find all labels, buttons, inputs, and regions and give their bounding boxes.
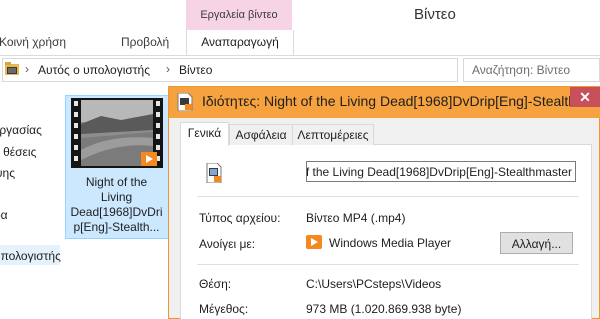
file-label-line: Night of the: [85, 175, 148, 189]
chevron-right-icon[interactable]: ›: [166, 62, 170, 76]
nav-item-recent-places[interactable]: ς θέσεις: [0, 145, 36, 159]
tab-security-label: Ασφάλεια: [235, 128, 287, 142]
tab-general[interactable]: Γενικά: [180, 122, 229, 146]
file-label-line: Dead[1968]DvDri: [70, 205, 163, 219]
folder-icon: [5, 62, 19, 75]
windows-media-player-icon: [306, 235, 322, 249]
search-placeholder: Αναζήτηση: Βίντεο: [472, 63, 571, 77]
video-file-icon: [177, 93, 193, 111]
file-label-line: p[Eng]-Stealth...: [73, 220, 160, 234]
tab-share[interactable]: Κοινή χρήση: [0, 35, 66, 49]
tab-playback[interactable]: Αναπαραγωγή: [186, 30, 294, 55]
file-label-line: Living: [100, 190, 133, 204]
change-button[interactable]: Αλλαγή...: [500, 232, 573, 254]
close-button[interactable]: ✕: [570, 87, 600, 107]
video-file-icon: [206, 163, 222, 183]
video-thumbnail: [71, 98, 163, 168]
breadcrumb-videos[interactable]: Βίντεο: [179, 63, 212, 77]
nav-item-this-pc[interactable]: υπολογιστής: [0, 249, 61, 263]
file-name-field[interactable]: Night of the Living Dead[1968]DvDrip[Eng…: [306, 161, 576, 182]
tab-playback-label: Αναπαραγωγή: [201, 35, 279, 49]
tab-details-label: Λεπτομέρειες: [297, 128, 369, 142]
breadcrumb-this-pc[interactable]: Αυτός ο υπολογιστής: [38, 63, 150, 77]
video-tools-tab-group: Εργαλεία βίντεο: [186, 0, 292, 30]
opens-with-value: Windows Media Player: [329, 236, 452, 250]
video-tools-label: Εργαλεία βίντεο: [200, 9, 278, 21]
tab-security[interactable]: Ασφάλεια: [229, 124, 293, 145]
tab-general-label: Γενικά: [187, 126, 222, 140]
size-value: 973 MB (1.020.869.938 byte): [306, 302, 462, 316]
tab-details[interactable]: Λεπτομέρειες: [292, 124, 374, 145]
file-name-label: Night of the Living Dead[1968]DvDri p[En…: [66, 175, 167, 235]
size-label: Μέγεθος:: [199, 302, 249, 316]
dialog-title: Ιδιότητες: Night of the Living Dead[1968…: [202, 93, 600, 109]
location-label: Θέση:: [199, 277, 232, 291]
window-title: Βίντεο: [414, 6, 456, 23]
ribbon-tabs: Κοινή χρήση Προβολή Αναπαραγωγή: [0, 30, 600, 56]
navigation-pane: [0, 86, 60, 319]
location-value: C:\Users\PCsteps\Videos: [306, 277, 442, 291]
nav-item-downloads[interactable]: ψης: [0, 166, 15, 180]
divider: [197, 196, 579, 197]
nav-item-homegroup[interactable]: δα: [0, 208, 8, 222]
change-button-label: Αλλαγή...: [511, 237, 562, 251]
opens-with-label: Ανοίγει με:: [199, 237, 256, 251]
file-name-value: Night of the Living Dead[1968]DvDrip[Eng…: [306, 165, 572, 179]
file-type-value: Βίντεο MP4 (.mp4): [306, 211, 406, 225]
file-type-label: Τύπος αρχείου:: [199, 211, 281, 225]
nav-item-desktop[interactable]: εργασίας: [0, 123, 42, 137]
divider: [197, 264, 579, 265]
search-input[interactable]: Αναζήτηση: Βίντεο: [463, 58, 600, 82]
tab-view[interactable]: Προβολή: [121, 35, 169, 49]
title-bar: [0, 0, 600, 30]
close-icon: ✕: [579, 89, 591, 105]
chevron-right-icon[interactable]: ›: [25, 62, 29, 76]
